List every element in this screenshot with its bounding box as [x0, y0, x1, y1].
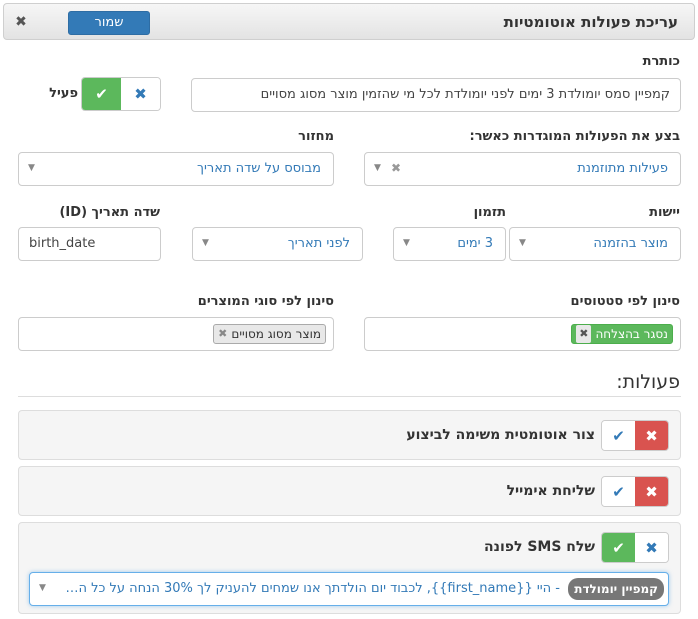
product-tag-label: מוצר מסוג מסויים [231, 327, 321, 341]
chevron-down-icon: ▼ [39, 583, 46, 593]
recurrence-select[interactable]: מבוסס על שדה תאריך ▼ [18, 152, 334, 186]
recurrence-value: מבוסס על שדה תאריך [197, 161, 321, 176]
execute-label: בצע את הפעולות המוגדרות כאשר: [469, 129, 680, 144]
action-off-button[interactable]: ✖ [635, 421, 668, 450]
chevron-down-icon: ▼ [202, 238, 209, 248]
action-panel-sms: שלח SMS לפונה ✔ ✖ קמפיין יומולדת - היי {… [18, 522, 681, 614]
action-toggle-email[interactable]: ✔ ✖ [601, 476, 669, 507]
active-on-button[interactable]: ✔ [82, 78, 121, 110]
product-tag: מוצר מסוג מסויים ✖ [213, 324, 326, 344]
check-icon: ✔ [95, 85, 108, 103]
action-on-button[interactable]: ✔ [602, 421, 635, 450]
x-icon: ✖ [134, 85, 147, 103]
status-tag-label: נסגר בהצלחה [595, 327, 668, 341]
action-title: שליחת אימייל [506, 483, 595, 499]
actions-section-title: פעולות: [616, 371, 680, 393]
action-toggle-task[interactable]: ✔ ✖ [601, 420, 669, 451]
action-on-button[interactable]: ✔ [602, 477, 635, 506]
date-field-input[interactable]: birth_date [18, 227, 161, 261]
sms-campaign-badge: קמפיין יומולדת [568, 578, 664, 600]
action-off-button[interactable]: ✖ [635, 533, 668, 562]
chevron-down-icon: ▼ [28, 163, 35, 173]
title-label: כותרת [642, 54, 680, 69]
dialog-header: ✖ שמור עריכת פעולות אוטומטיות [3, 3, 695, 40]
action-off-button[interactable]: ✖ [635, 477, 668, 506]
title-input[interactable]: קמפיין סמס יומולדת 3 ימים לפני יומולדת ל… [191, 78, 681, 112]
status-filter-label: סינון לפי סטטוסים [570, 294, 680, 309]
timing-value: 3 ימים [457, 236, 493, 251]
x-icon: ✖ [645, 482, 658, 501]
execute-select[interactable]: פעילות מתוזמנת ✖ ▼ [364, 152, 681, 186]
timing-relation-select[interactable]: לפני תאריך ▼ [192, 227, 363, 261]
clear-icon[interactable]: ✖ [391, 161, 401, 175]
dialog-title: עריכת פעולות אוטומטיות [503, 13, 678, 31]
action-title: שלח SMS לפונה [483, 539, 595, 555]
entity-label: יישות [649, 205, 680, 220]
chevron-down-icon: ▼ [374, 163, 381, 173]
action-title: צור אוטומטית משימה לביצוע [406, 427, 595, 443]
remove-tag-icon[interactable]: ✖ [576, 325, 592, 343]
chevron-down-icon: ▼ [519, 238, 526, 248]
action-toggle-sms[interactable]: ✔ ✖ [601, 532, 669, 563]
entity-select[interactable]: מוצר בהזמנה ▼ [509, 227, 681, 261]
entity-value: מוצר בהזמנה [593, 236, 668, 251]
active-toggle[interactable]: ✔ ✖ [81, 77, 161, 111]
sms-template-select[interactable]: קמפיין יומולדת - היי {{first_name}}, לכב… [29, 572, 669, 606]
chevron-down-icon: ▼ [403, 238, 410, 248]
action-on-button[interactable]: ✔ [602, 533, 635, 562]
remove-tag-icon[interactable]: ✖ [218, 325, 227, 343]
sms-template-text: - היי {{first_name}}, לכבוד יום הולדתך א… [60, 581, 560, 596]
product-filter-label: סינון לפי סוגי המוצרים [197, 294, 334, 309]
check-icon: ✔ [612, 482, 625, 501]
save-button[interactable]: שמור [68, 11, 150, 35]
execute-value: פעילות מתוזמנת [577, 161, 668, 176]
action-panel-task: צור אוטומטית משימה לביצוע ✔ ✖ [18, 410, 681, 460]
status-tag: נסגר בהצלחה ✖ [571, 324, 673, 344]
active-off-button[interactable]: ✖ [121, 78, 160, 110]
date-field-label: שדה תאריך (ID) [59, 205, 160, 220]
recurrence-label: מחזור [298, 129, 334, 144]
active-label: פעיל [49, 86, 78, 101]
divider [18, 396, 681, 397]
timing-label: תזמון [473, 205, 506, 220]
x-icon: ✖ [645, 426, 658, 445]
check-icon: ✔ [612, 538, 625, 557]
action-panel-email: שליחת אימייל ✔ ✖ [18, 466, 681, 516]
close-icon[interactable]: ✖ [14, 15, 28, 29]
product-filter-select[interactable]: מוצר מסוג מסויים ✖ [18, 317, 334, 351]
x-icon: ✖ [645, 538, 658, 557]
check-icon: ✔ [612, 426, 625, 445]
timing-select[interactable]: 3 ימים ▼ [393, 227, 506, 261]
status-filter-select[interactable]: נסגר בהצלחה ✖ [364, 317, 681, 351]
timing-relation-value: לפני תאריך [287, 236, 350, 251]
